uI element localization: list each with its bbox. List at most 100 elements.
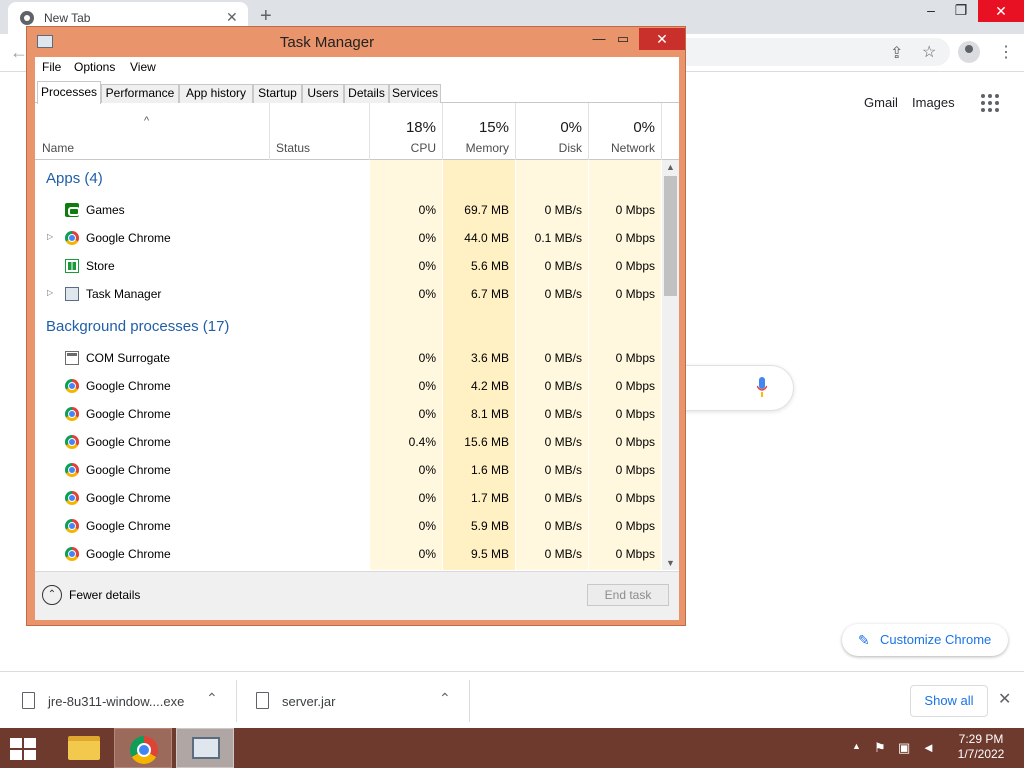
chrome-taskbar-button[interactable]	[114, 728, 172, 768]
file-explorer-taskbar-button[interactable]	[54, 728, 112, 768]
browser-restore-button[interactable]: ❐	[946, 2, 976, 24]
vertical-scrollbar[interactable]: ▲ ▼	[662, 160, 679, 570]
browser-minimize-button[interactable]: –	[916, 2, 946, 24]
close-button[interactable]: ✕	[639, 28, 685, 50]
minimize-button[interactable]: —	[587, 31, 611, 51]
tab-details[interactable]: Details	[344, 84, 389, 103]
process-list: Apps (4) Games 0% 69.7 MB 0 MB/s 0 Mbps ▷ Googl…	[35, 160, 662, 570]
chrome-icon	[65, 407, 79, 421]
chevron-up-icon[interactable]: ⌃	[439, 690, 451, 707]
scroll-up-icon[interactable]: ▲	[662, 160, 679, 174]
menu-view[interactable]: View	[130, 60, 156, 74]
chrome-icon	[65, 463, 79, 477]
close-download-bar-icon[interactable]: ✕	[998, 689, 1011, 709]
process-row[interactable]: Google Chrome 0% 1.6 MB 0 MB/s 0 Mbps	[35, 456, 662, 484]
network-icon[interactable]: ▣	[898, 740, 910, 768]
chevron-up-circle-icon[interactable]: ⌃	[42, 585, 62, 605]
download-item[interactable]: server.jar ⌃	[237, 672, 469, 730]
process-network: 0 Mbps	[615, 407, 655, 421]
tab-startup[interactable]: Startup	[253, 84, 302, 103]
tab-performance[interactable]: Performance	[101, 84, 179, 103]
column-status[interactable]: Status	[276, 141, 310, 155]
end-task-button[interactable]: End task	[587, 584, 669, 606]
column-disk[interactable]: 0% Disk	[516, 103, 588, 160]
chrome-icon	[130, 736, 158, 764]
menu-options[interactable]: Options	[74, 60, 115, 74]
process-row[interactable]: Google Chrome 0% 8.1 MB 0 MB/s 0 Mbps	[35, 400, 662, 428]
process-cpu: 0%	[418, 547, 436, 561]
games-icon	[65, 203, 80, 217]
tab-close-icon[interactable]: ✕	[226, 9, 238, 26]
com-surrogate-icon	[65, 351, 79, 365]
process-row[interactable]: Google Chrome 0% 4.2 MB 0 MB/s 0 Mbps	[35, 372, 662, 400]
scroll-down-icon[interactable]: ▼	[662, 556, 679, 570]
process-row[interactable]: Google Chrome 0% 5.9 MB 0 MB/s 0 Mbps	[35, 512, 662, 540]
column-cpu[interactable]: 18% CPU	[370, 103, 442, 160]
chevron-up-icon[interactable]: ⌃	[206, 690, 218, 707]
apps-grid-icon[interactable]	[981, 94, 999, 112]
process-memory: 4.2 MB	[470, 379, 509, 393]
group-title-background: Background processes (17)	[46, 318, 230, 335]
menu-file[interactable]: File	[42, 60, 61, 74]
process-memory: 44.0 MB	[464, 231, 509, 245]
process-cpu: 0%	[418, 519, 436, 533]
process-row[interactable]: Google Chrome 0% 9.5 MB 0 MB/s 0 Mbps	[35, 540, 662, 568]
share-icon[interactable]: ⇪	[890, 43, 903, 63]
process-disk: 0.1 MB/s	[534, 231, 582, 245]
clock[interactable]: 7:29 PM 1/7/2022	[950, 732, 1012, 762]
disk-total: 0%	[560, 119, 582, 136]
process-name: Google Chrome	[86, 407, 171, 421]
expand-arrow-icon[interactable]: ▷	[47, 288, 53, 297]
process-memory: 3.6 MB	[470, 351, 509, 365]
images-link[interactable]: Images	[912, 95, 955, 110]
process-network: 0 Mbps	[615, 547, 655, 561]
process-disk: 0 MB/s	[544, 287, 582, 301]
new-tab-button[interactable]: +	[260, 5, 272, 28]
process-disk: 0 MB/s	[544, 519, 582, 533]
process-memory: 69.7 MB	[464, 203, 509, 217]
network-total: 0%	[633, 119, 655, 136]
process-row[interactable]: Google Chrome 0% 1.7 MB 0 MB/s 0 Mbps	[35, 484, 662, 512]
process-row[interactable]: COM Surrogate 0% 3.6 MB 0 MB/s 0 Mbps	[35, 344, 662, 372]
process-network: 0 Mbps	[615, 379, 655, 393]
process-memory: 5.9 MB	[470, 519, 509, 533]
chrome-favicon	[20, 11, 34, 25]
fewer-details-link[interactable]: Fewer details	[69, 588, 140, 602]
folder-icon	[68, 736, 100, 760]
task-manager-titlebar[interactable]: Task Manager — ▭ ✕	[27, 27, 685, 57]
process-row[interactable]: ▷ Task Manager 0% 6.7 MB 0 MB/s 0 Mbps	[35, 280, 662, 308]
tab-app-history[interactable]: App history	[179, 84, 253, 103]
star-icon[interactable]: ☆	[922, 42, 936, 62]
show-hidden-icons-icon[interactable]: ▲	[852, 741, 861, 768]
windows-start-icon[interactable]	[10, 738, 38, 760]
scroll-thumb[interactable]	[664, 176, 677, 296]
chrome-icon	[65, 547, 79, 561]
browser-close-button[interactable]: ✕	[978, 0, 1024, 22]
column-memory[interactable]: 15% Memory	[443, 103, 515, 160]
expand-arrow-icon[interactable]: ▷	[47, 232, 53, 241]
process-row[interactable]: Google Chrome 0.4% 15.6 MB 0 MB/s 0 Mbps	[35, 428, 662, 456]
menu-dots-icon[interactable]: ⋮	[998, 42, 1014, 62]
volume-muted-icon[interactable]: ◄	[922, 740, 935, 768]
show-all-button[interactable]: Show all	[910, 685, 988, 717]
process-network: 0 Mbps	[615, 519, 655, 533]
column-network[interactable]: 0% Network	[589, 103, 661, 160]
process-disk: 0 MB/s	[544, 407, 582, 421]
tab-services[interactable]: Services	[389, 84, 441, 103]
download-item[interactable]: jre-8u311-window....exe ⌃	[0, 672, 236, 730]
process-row[interactable]: Games 0% 69.7 MB 0 MB/s 0 Mbps	[35, 196, 662, 224]
tab-users[interactable]: Users	[302, 84, 344, 103]
action-center-flag-icon[interactable]: ⚑	[874, 740, 886, 768]
column-name[interactable]: Name	[42, 141, 74, 155]
task-manager-icon	[65, 287, 79, 301]
task-manager-taskbar-button[interactable]	[176, 728, 234, 768]
maximize-button[interactable]: ▭	[611, 31, 635, 51]
chrome-icon	[65, 231, 79, 245]
mic-icon[interactable]	[757, 377, 767, 399]
gmail-link[interactable]: Gmail	[864, 95, 898, 110]
process-row[interactable]: ▷ Google Chrome 0% 44.0 MB 0.1 MB/s 0 Mbps	[35, 224, 662, 252]
customize-chrome-button[interactable]: ✎ Customize Chrome	[842, 624, 1008, 656]
process-row[interactable]: Store 0% 5.6 MB 0 MB/s 0 Mbps	[35, 252, 662, 280]
profile-icon[interactable]	[958, 41, 980, 63]
tab-processes[interactable]: Processes	[37, 81, 101, 104]
